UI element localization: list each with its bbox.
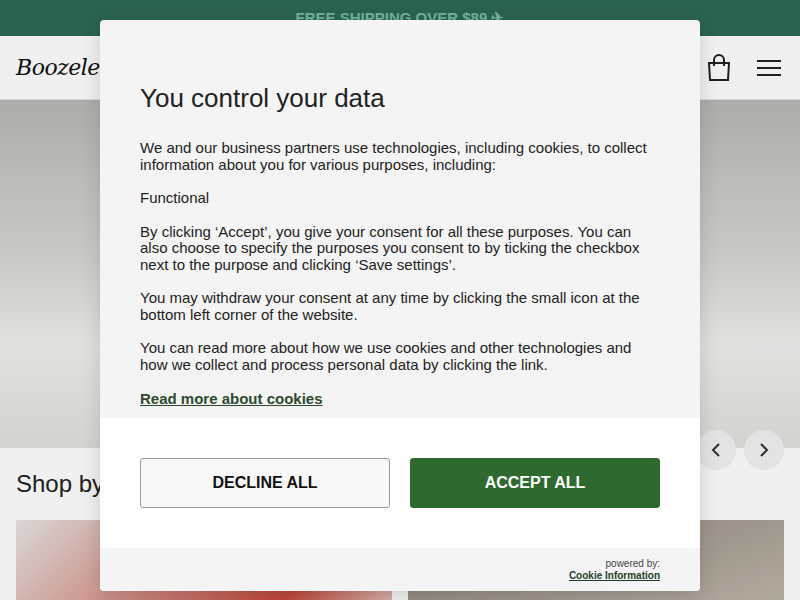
consent-paragraph: You may withdraw your consent at any tim… — [140, 290, 660, 323]
consent-dialog: You control your data We and our busines… — [100, 20, 700, 591]
accept-button[interactable]: ACCEPT ALL — [410, 458, 660, 508]
consent-content: You control your data We and our busines… — [100, 20, 700, 418]
provider-link[interactable]: Cookie Information — [569, 570, 660, 582]
consent-title: You control your data — [140, 82, 660, 114]
consent-paragraph: You can read more about how we use cooki… — [140, 340, 660, 373]
consent-intro: We and our business partners use technol… — [140, 140, 660, 173]
store-page: FREE SHIPPING OVER $89 ✈ Boozelel Shop b… — [0, 0, 800, 600]
consent-paragraph: By clicking ‘Accept’, you give your cons… — [140, 224, 660, 274]
purpose-item: Functional — [140, 190, 660, 207]
powered-by: powered by: — [606, 558, 660, 570]
cookies-link[interactable]: Read more about cookies — [140, 390, 323, 407]
consent-footer: powered by: Cookie Information — [100, 548, 700, 591]
decline-button[interactable]: DECLINE ALL — [140, 458, 390, 508]
consent-actions: DECLINE ALL ACCEPT ALL — [100, 418, 700, 548]
